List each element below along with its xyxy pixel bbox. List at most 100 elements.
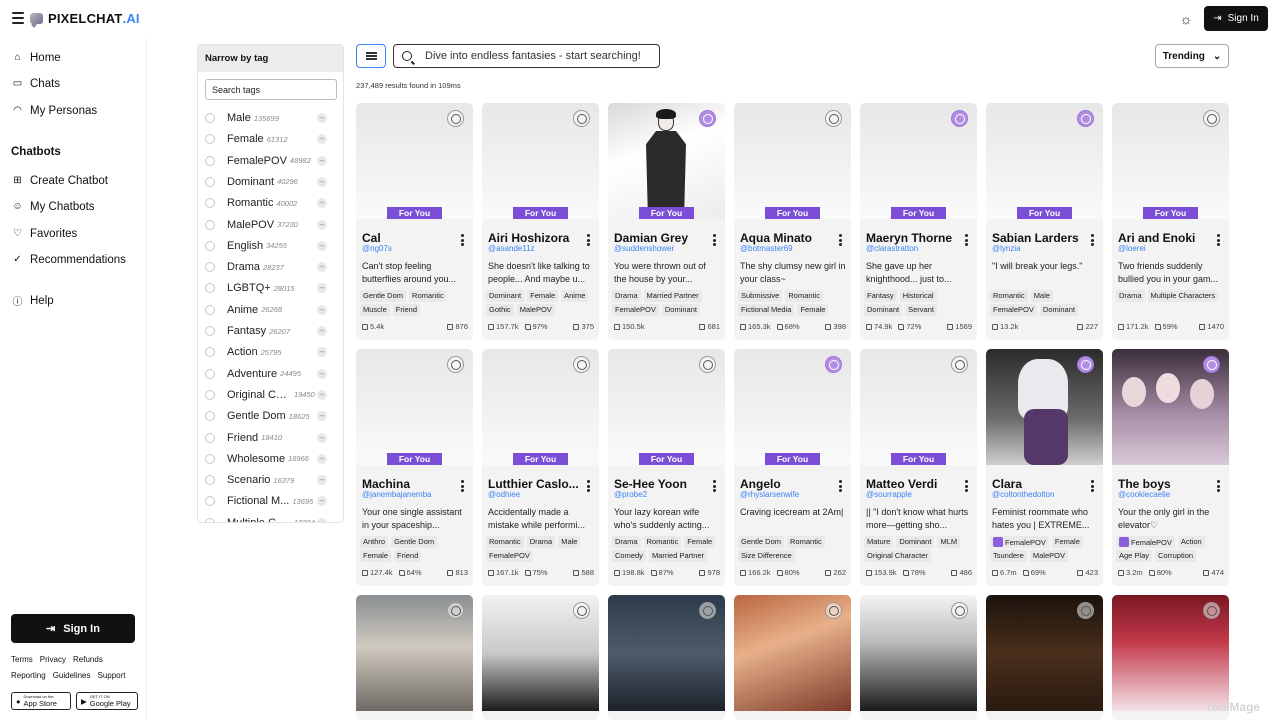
chatbot-card[interactable]: For You Se-Hee Yoon @probe2 Your lazy korea… <box>608 349 725 586</box>
info-icon[interactable] <box>951 602 968 619</box>
chatbot-card[interactable] <box>734 595 851 720</box>
card-tag[interactable]: Anthro <box>360 536 389 548</box>
card-tag[interactable]: FemalePOV <box>612 304 659 316</box>
card-tag[interactable]: Male <box>558 536 581 548</box>
footer-link-reporting[interactable]: Reporting <box>11 671 46 680</box>
card-tag[interactable]: Gentle Dom <box>738 536 785 548</box>
tag-include-checkbox[interactable] <box>205 198 215 209</box>
more-options-icon[interactable] <box>587 234 590 248</box>
chatbot-card[interactable]: Clara @coltonthedolton Feminist roommate w… <box>986 349 1103 586</box>
tag-exclude-toggle[interactable]: – <box>317 389 327 400</box>
tag-filter-item[interactable]: Friend 18410 – <box>205 431 331 445</box>
app-store-badge[interactable]: ● Download on the App Store <box>11 692 71 710</box>
card-tag[interactable]: Gothic <box>486 304 514 316</box>
tag-filter-item[interactable]: Anime 26268 – <box>205 303 331 317</box>
tag-exclude-toggle[interactable]: – <box>317 113 327 123</box>
tag-exclude-toggle[interactable]: – <box>317 475 327 486</box>
tag-filter-item[interactable]: Scenario 16379 – <box>205 473 331 487</box>
card-tag[interactable]: FemalePOV <box>990 304 1037 316</box>
info-icon[interactable] <box>699 110 716 127</box>
tag-search-input[interactable]: Search tags <box>205 79 337 100</box>
tag-include-checkbox[interactable] <box>205 347 215 358</box>
card-tag[interactable]: Dominant <box>896 536 935 548</box>
nav-chats[interactable]: ▭ Chats <box>11 77 60 90</box>
card-tag[interactable]: Multiple Characters <box>1147 290 1219 302</box>
tag-exclude-toggle[interactable]: – <box>317 262 327 273</box>
tag-exclude-toggle[interactable]: – <box>317 304 327 315</box>
tag-include-checkbox[interactable] <box>205 368 215 379</box>
tag-exclude-toggle[interactable]: – <box>317 453 327 464</box>
tag-filter-item[interactable]: Gentle Dom 18625– <box>205 409 331 423</box>
card-tag[interactable]: Female <box>527 290 559 302</box>
nav-home[interactable]: ⌂ Home <box>11 51 60 64</box>
tag-include-checkbox[interactable] <box>205 389 215 400</box>
more-options-icon[interactable] <box>1217 234 1220 248</box>
card-tag[interactable]: Drama <box>526 536 556 548</box>
card-handle[interactable]: @janembajanemba <box>362 490 432 499</box>
card-tag[interactable]: Size Difference <box>738 550 795 562</box>
info-icon[interactable] <box>573 110 590 127</box>
card-handle[interactable]: @cookiecaelie <box>1118 490 1170 499</box>
card-tag[interactable]: MalePOV <box>1029 550 1068 562</box>
card-handle[interactable]: @lynzia <box>992 244 1021 253</box>
footer-link-support[interactable]: Support <box>98 671 126 680</box>
info-icon[interactable] <box>699 356 716 373</box>
info-icon[interactable] <box>447 356 464 373</box>
card-handle[interactable]: @clarastratton <box>866 244 918 253</box>
tag-exclude-toggle[interactable]: – <box>317 198 327 209</box>
tag-include-checkbox[interactable] <box>205 411 215 422</box>
card-tag[interactable]: Male <box>1030 290 1053 302</box>
info-icon[interactable] <box>1077 356 1094 373</box>
tag-exclude-toggle[interactable]: – <box>317 517 327 522</box>
google-play-badge[interactable]: ▶ GET IT ON Google Play <box>76 692 138 710</box>
tag-filter-item[interactable]: Multiple Ch... 13384– <box>205 516 331 522</box>
tag-filter-item[interactable]: FemalePOV 48982– <box>205 154 331 168</box>
tag-filter-item[interactable]: Drama 28237 – <box>205 260 331 274</box>
hamburger-menu-icon[interactable] <box>12 12 24 24</box>
nav-help[interactable]: ⓘ Help <box>11 294 54 309</box>
more-options-icon[interactable] <box>461 480 464 494</box>
tag-include-checkbox[interactable] <box>205 517 215 522</box>
nav-create-chatbot[interactable]: ⊞ Create Chatbot <box>11 174 108 187</box>
tag-include-checkbox[interactable] <box>205 262 215 273</box>
card-tag[interactable]: Original Character <box>864 550 931 562</box>
card-tag[interactable]: Romantic <box>643 536 682 548</box>
card-handle[interactable]: @odhiee <box>488 490 520 499</box>
info-icon[interactable] <box>1203 110 1220 127</box>
tag-exclude-toggle[interactable]: – <box>317 219 327 230</box>
tag-exclude-toggle[interactable]: – <box>317 432 327 443</box>
tag-exclude-toggle[interactable]: – <box>317 240 327 251</box>
more-options-icon[interactable] <box>1217 480 1220 494</box>
tag-exclude-toggle[interactable]: – <box>317 411 327 422</box>
chatbot-card[interactable]: For You Lutthier Caslo... @odhiee Accidenta… <box>482 349 599 586</box>
tag-include-checkbox[interactable] <box>205 176 215 187</box>
nav-favorites[interactable]: ♡ Favorites <box>11 227 77 240</box>
tag-filter-item[interactable]: Action 25795 – <box>205 345 331 359</box>
card-tag[interactable]: Fantasy <box>864 290 897 302</box>
logo[interactable]: PIXELCHAT .AI <box>30 11 140 26</box>
more-options-icon[interactable] <box>461 234 464 248</box>
card-tag[interactable]: FemalePOV <box>990 536 1049 548</box>
info-icon[interactable] <box>825 356 842 373</box>
tag-include-checkbox[interactable] <box>205 326 215 336</box>
info-icon[interactable] <box>1203 356 1220 373</box>
chatbot-card[interactable]: The boys @cookiecaelie Your the only girl … <box>1112 349 1229 586</box>
card-tag[interactable]: Friend <box>394 550 422 562</box>
tag-include-checkbox[interactable] <box>205 113 215 123</box>
tag-filter-item[interactable]: Original Ch... 19450– <box>205 388 331 402</box>
more-options-icon[interactable] <box>1091 234 1094 248</box>
tag-filter-item[interactable]: Fictional M... 13695– <box>205 494 331 508</box>
tag-include-checkbox[interactable] <box>205 283 215 294</box>
tag-exclude-toggle[interactable]: – <box>317 176 327 187</box>
nav-my-chatbots[interactable]: ☺ My Chatbots <box>11 200 94 213</box>
more-options-icon[interactable] <box>713 234 716 248</box>
tag-exclude-toggle[interactable]: – <box>317 368 327 379</box>
tag-filter-item[interactable]: MalePOV 37230 – <box>205 218 331 232</box>
card-handle[interactable]: @coltonthedolton <box>992 490 1054 499</box>
sidebar-sign-in-button[interactable]: ⇥ Sign In <box>11 614 135 643</box>
tag-filter-item[interactable]: Adventure 24495 – <box>205 367 331 381</box>
more-options-icon[interactable] <box>965 480 968 494</box>
filter-sliders-button[interactable] <box>356 44 386 68</box>
chatbot-card[interactable]: For You Matteo Verdi @sourrapple || "I don'… <box>860 349 977 586</box>
chatbot-card[interactable]: For You Cal @ng07s Can't stop feeling butte… <box>356 103 473 340</box>
